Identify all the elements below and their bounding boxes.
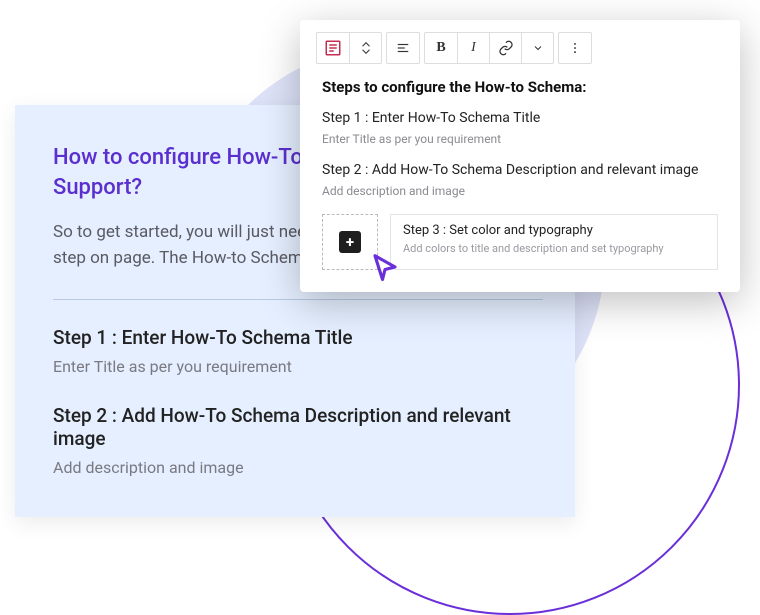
align-button[interactable] [387, 33, 419, 63]
editor-step-3: + Step 3 : Set color and typography Add … [322, 214, 718, 270]
step-desc: Add colors to title and description and … [403, 242, 705, 255]
more-inline-button[interactable] [521, 33, 553, 63]
plus-icon: + [339, 231, 361, 253]
add-block-button[interactable]: + [322, 214, 378, 270]
editor-panel: B I Steps to configure the How-to Schema… [300, 20, 740, 292]
step-title: Step 2 : Add How-To Schema Description a… [53, 404, 543, 450]
step3-input[interactable]: Step 3 : Set color and typography Add co… [390, 214, 718, 270]
step-title: Step 1 : Enter How-To Schema Title [322, 110, 718, 126]
step-desc: Enter Title as per you requirement [322, 132, 718, 146]
options-button[interactable] [559, 33, 591, 63]
step-desc: Enter Title as per you requirement [53, 357, 543, 376]
editor-body: Steps to configure the How-to Schema: St… [300, 74, 740, 276]
italic-button[interactable]: I [457, 33, 489, 63]
transform-button[interactable] [349, 33, 381, 63]
block-toolbar: B I [300, 20, 740, 74]
step-title: Step 3 : Set color and typography [403, 223, 705, 238]
step-desc: Add description and image [53, 458, 543, 477]
editor-step-2[interactable]: Step 2 : Add How-To Schema Description a… [322, 162, 718, 198]
step-title: Step 2 : Add How-To Schema Description a… [322, 162, 718, 178]
block-type-button[interactable] [317, 33, 349, 63]
divider [53, 299, 543, 300]
editor-step-1[interactable]: Step 1 : Enter How-To Schema Title Enter… [322, 110, 718, 146]
link-button[interactable] [489, 33, 521, 63]
bold-button[interactable]: B [425, 33, 457, 63]
preview-step-2: Step 2 : Add How-To Schema Description a… [53, 404, 543, 477]
step-desc: Add description and image [322, 184, 718, 198]
step-title: Step 1 : Enter How-To Schema Title [53, 326, 543, 349]
editor-heading[interactable]: Steps to configure the How-to Schema: [322, 78, 718, 96]
preview-step-1: Step 1 : Enter How-To Schema Title Enter… [53, 326, 543, 376]
